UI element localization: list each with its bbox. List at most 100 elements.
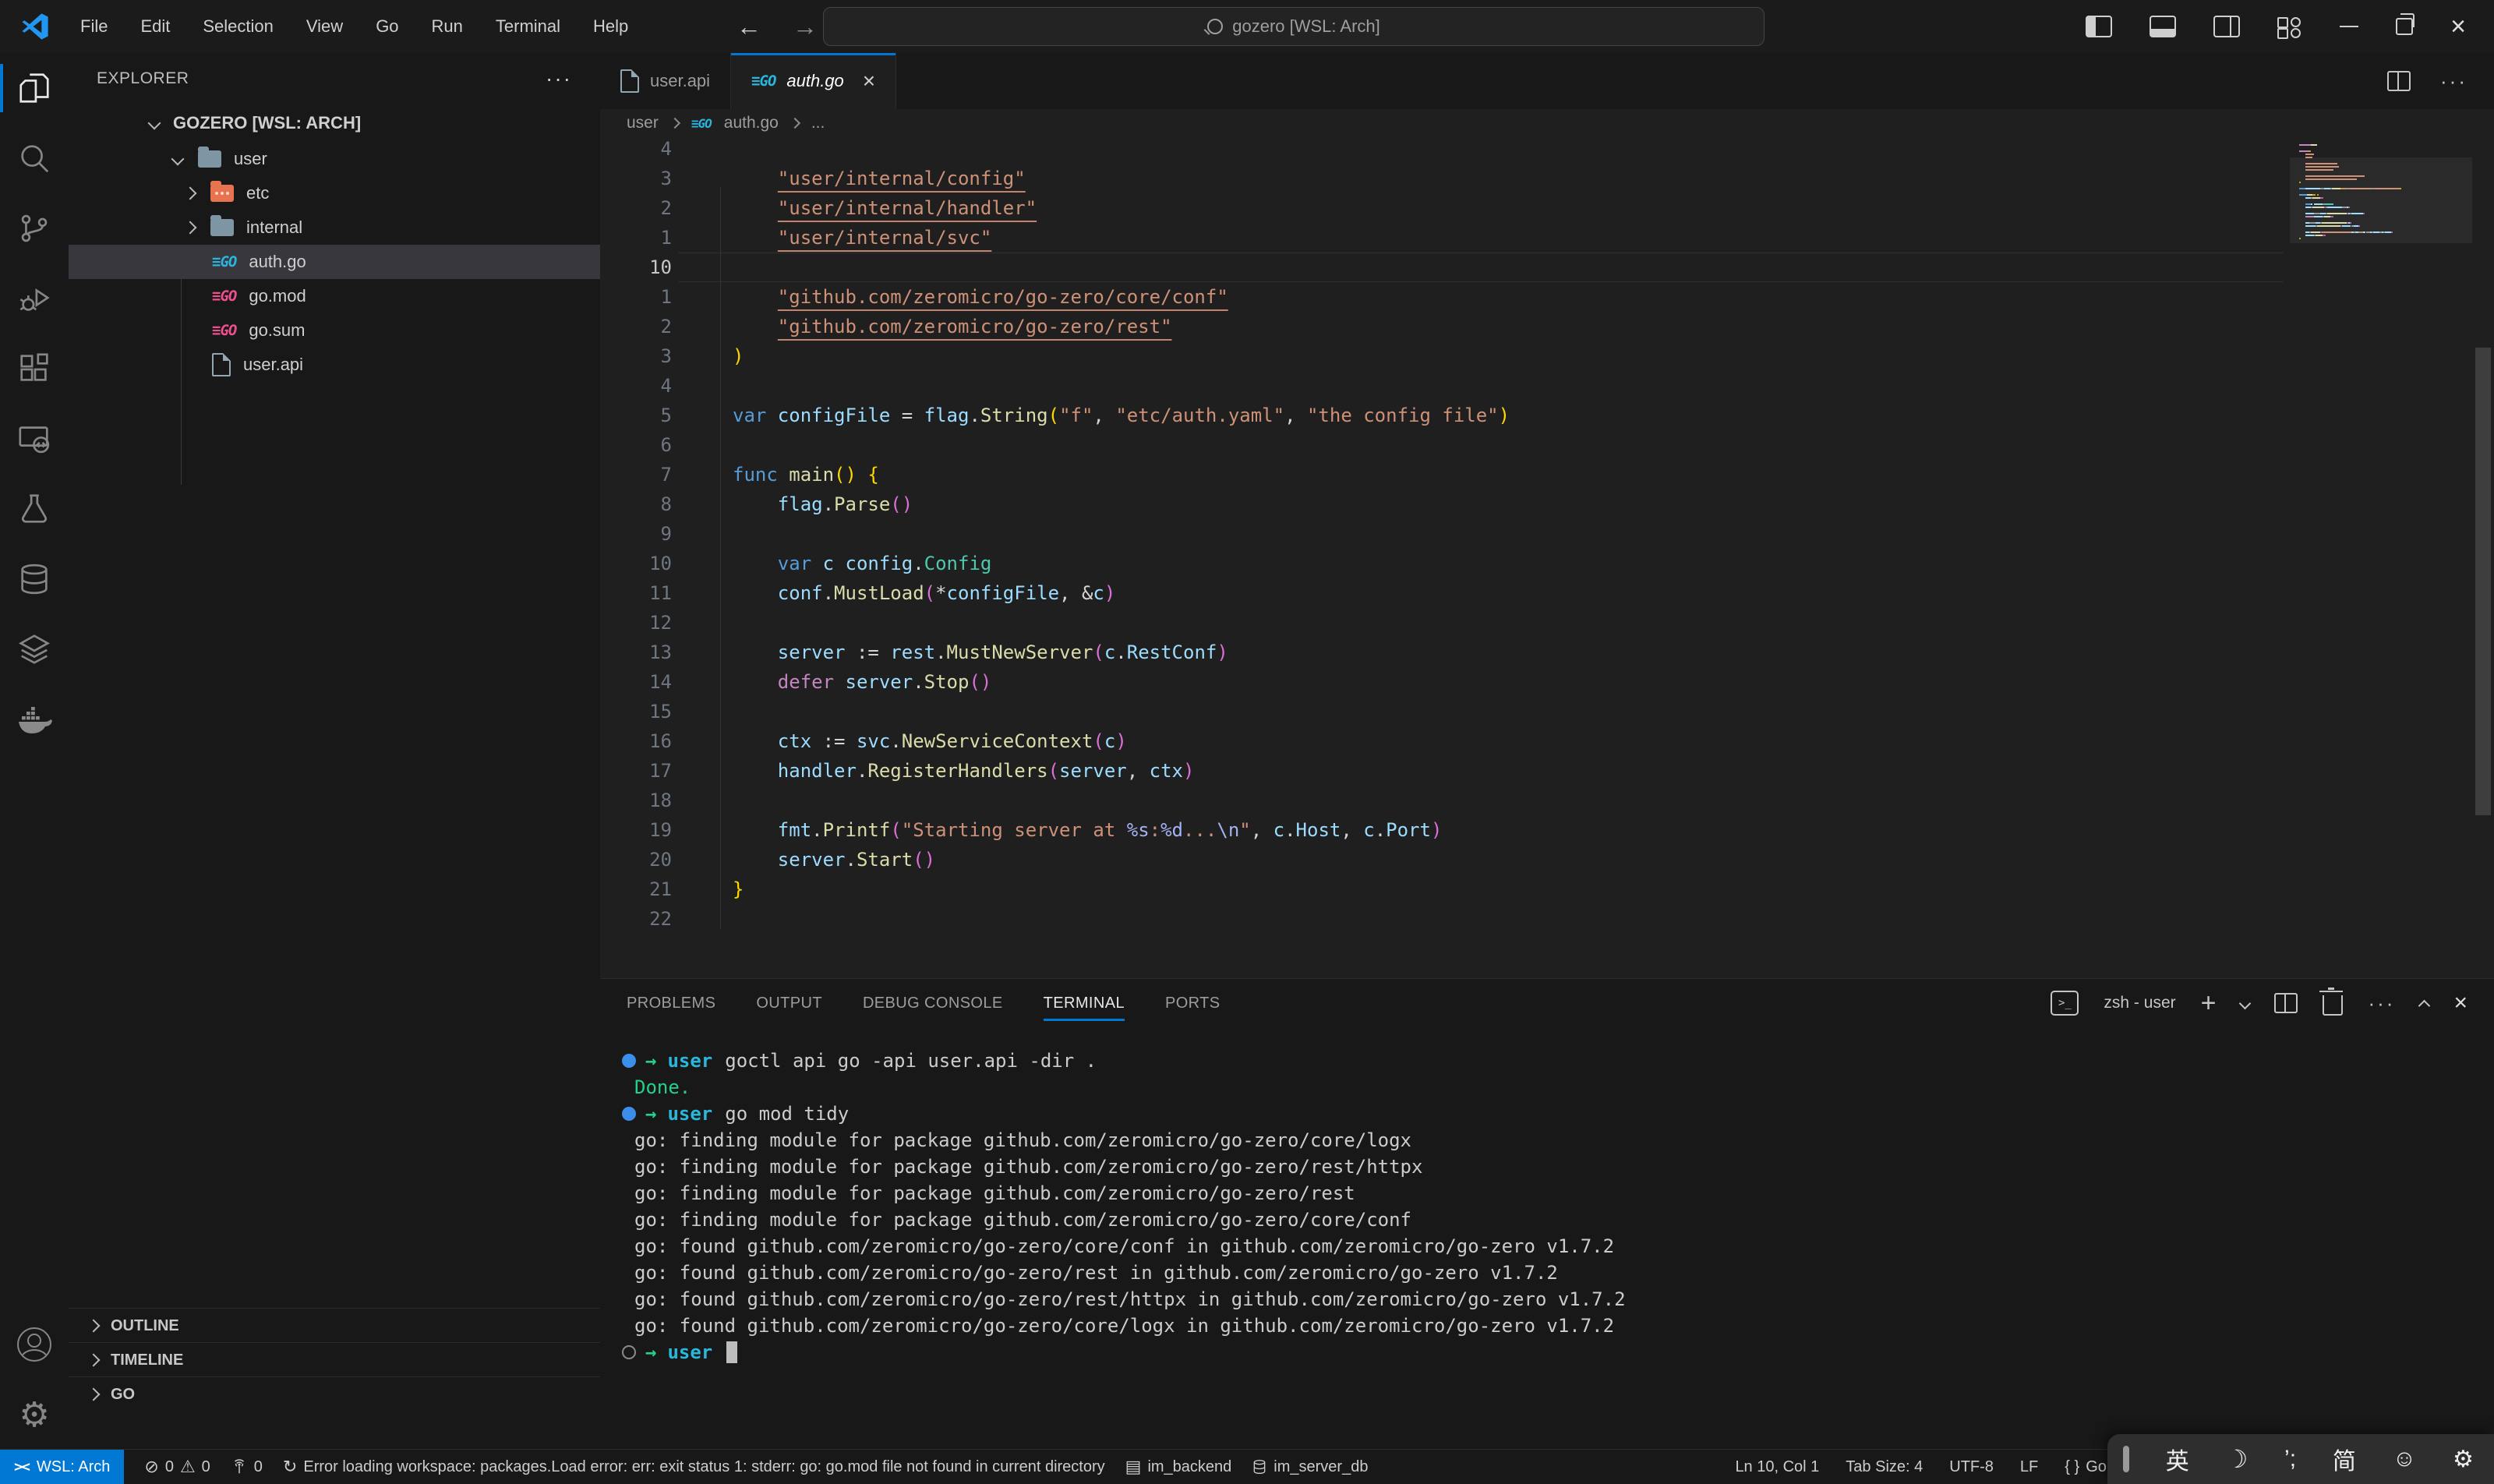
im-server-db-status[interactable]: im_server_db xyxy=(1252,1458,1368,1476)
settings-gear-icon[interactable]: ⚙ xyxy=(0,1380,69,1450)
tree-root[interactable]: GOZERO [WSL: ARCH] xyxy=(69,104,600,142)
section-timeline[interactable]: TIMELINE xyxy=(69,1342,600,1377)
problems-status[interactable]: ⊘ 0 ⚠ 0 xyxy=(144,1457,210,1477)
breadcrumb[interactable]: user≡GOauth.go... xyxy=(600,109,2494,137)
customize-layout-icon[interactable] xyxy=(2277,16,2302,37)
panel-tab-ports[interactable]: PORTS xyxy=(1165,979,1221,1027)
activity-extensions-icon[interactable] xyxy=(0,334,69,404)
ime-punctuation-icon[interactable]: ’; xyxy=(2284,1446,2296,1472)
back-icon[interactable]: ← xyxy=(737,12,761,41)
ime-emoji-icon[interactable]: ☺ xyxy=(2393,1446,2417,1472)
editor-more-icon[interactable]: ··· xyxy=(2440,69,2468,94)
code-line: 5var configFile = flag.String("f", "etc/… xyxy=(600,401,2494,430)
tab-close-icon[interactable]: × xyxy=(863,69,875,94)
close-panel-icon[interactable]: × xyxy=(2453,990,2468,1016)
minimap[interactable] xyxy=(2290,137,2472,978)
status-item-utf-8[interactable]: UTF-8 xyxy=(1949,1458,1994,1476)
remote-indicator[interactable]: >< WSL: Arch xyxy=(0,1450,124,1484)
activity-testing-icon[interactable] xyxy=(0,474,69,544)
section-go[interactable]: GO xyxy=(69,1376,600,1412)
tree-item-user[interactable]: user xyxy=(69,142,600,176)
line-number: 13 xyxy=(600,638,684,667)
kill-terminal-icon[interactable] xyxy=(2323,995,2343,1016)
breadcrumb-separator-icon xyxy=(790,118,800,129)
tab-auth-go[interactable]: ≡GOauth.go× xyxy=(731,53,896,109)
tab-user-api[interactable]: user.api xyxy=(600,53,731,109)
output-text: go: finding module for package github.co… xyxy=(622,1207,1411,1233)
menu-view[interactable]: View xyxy=(290,0,359,53)
ime-settings-icon[interactable]: ⚙ xyxy=(2453,1446,2474,1473)
split-terminal-icon[interactable] xyxy=(2274,993,2298,1013)
activity-docker-icon[interactable] xyxy=(0,684,69,754)
line-number: 18 xyxy=(600,786,684,815)
new-terminal-icon[interactable]: + xyxy=(2201,988,2217,1019)
command-decoration-pending-icon[interactable] xyxy=(622,1345,636,1359)
status-item-go[interactable]: { }Go xyxy=(2065,1458,2107,1476)
breadcrumb-item[interactable]: user xyxy=(627,114,659,132)
ime-toolbar[interactable]: 英 ☽ ’; 简 ☺ ⚙ xyxy=(2107,1434,2494,1484)
breadcrumb-item[interactable]: auth.go xyxy=(724,114,779,132)
ports-status[interactable]: 0 xyxy=(231,1458,263,1476)
tree-item-etc[interactable]: etc xyxy=(69,176,600,210)
ime-simplified-icon[interactable]: 简 xyxy=(2333,1442,2356,1476)
toggle-panel-icon[interactable] xyxy=(2150,16,2176,37)
split-editor-icon[interactable] xyxy=(2387,71,2411,91)
panel-tab-output[interactable]: OUTPUT xyxy=(756,979,822,1027)
menu-run[interactable]: Run xyxy=(415,0,479,53)
terminal-output[interactable]: →usergoctl api go -api user.api -dir .Do… xyxy=(600,1027,2494,1450)
activity-explorer-icon[interactable] xyxy=(0,53,69,123)
panel-more-icon[interactable]: ··· xyxy=(2368,991,2395,1016)
toggle-sidebar-icon[interactable] xyxy=(2086,16,2112,37)
ime-drag-handle[interactable] xyxy=(2123,1446,2129,1472)
forward-icon[interactable]: → xyxy=(793,12,818,41)
tree-item-go-mod[interactable]: ≡GOgo.mod xyxy=(69,279,600,313)
activity-search-icon[interactable] xyxy=(0,123,69,193)
editor-scrollbar[interactable] xyxy=(2472,137,2494,978)
command-decoration-icon[interactable] xyxy=(622,1054,636,1068)
panel-tab-problems[interactable]: PROBLEMS xyxy=(627,979,715,1027)
toggle-secondary-sidebar-icon[interactable] xyxy=(2213,16,2240,37)
menu-file[interactable]: File xyxy=(64,0,124,53)
activity-layers-icon[interactable] xyxy=(0,614,69,684)
scrollbar-thumb[interactable] xyxy=(2475,348,2491,815)
tree-item-user-api[interactable]: user.api xyxy=(69,348,600,382)
menu-edit[interactable]: Edit xyxy=(124,0,186,53)
ime-lang-english[interactable]: 英 xyxy=(2166,1442,2189,1476)
command-text: goctl api go -api user.api -dir . xyxy=(725,1048,1097,1074)
breadcrumb-item[interactable]: ... xyxy=(811,114,825,132)
explorer-more-actions-icon[interactable]: ··· xyxy=(546,66,572,91)
minimize-icon[interactable] xyxy=(2340,26,2358,27)
command-decoration-icon[interactable] xyxy=(622,1107,636,1121)
workspace-error-status[interactable]: ↻ Error loading workspace: packages.Load… xyxy=(283,1457,1105,1477)
close-icon[interactable]: × xyxy=(2450,13,2466,40)
activity-source-control-icon[interactable] xyxy=(0,193,69,263)
activity-run-debug-icon[interactable] xyxy=(0,263,69,334)
section-outline[interactable]: OUTLINE xyxy=(69,1308,600,1343)
output-text: go: found github.com/zeromicro/go-zero/r… xyxy=(622,1286,1626,1313)
terminal-instance-label[interactable]: zsh - user xyxy=(2104,994,2175,1012)
status-item-tab-size-4[interactable]: Tab Size: 4 xyxy=(1846,1458,1923,1476)
panel-header: PROBLEMS OUTPUT DEBUG CONSOLE TERMINAL PORTS… xyxy=(600,979,2494,1027)
status-item-ln-10-col-1[interactable]: Ln 10, Col 1 xyxy=(1735,1458,1819,1476)
terminal-dropdown-icon[interactable] xyxy=(2239,997,2252,1009)
code-editor[interactable]: 43 "user/internal/config"2 "user/interna… xyxy=(600,137,2494,978)
menu-go[interactable]: Go xyxy=(359,0,415,53)
maximize-panel-icon[interactable] xyxy=(2418,999,2431,1012)
tree-item-internal[interactable]: internal xyxy=(69,210,600,245)
status-item-lf[interactable]: LF xyxy=(2020,1458,2038,1476)
accounts-icon[interactable] xyxy=(0,1309,69,1380)
command-center-search[interactable]: gozero [WSL: Arch] xyxy=(823,7,1765,46)
activity-remote-explorer-icon[interactable] xyxy=(0,404,69,474)
code-line: 8 flag.Parse() xyxy=(600,489,2494,519)
menu-selection[interactable]: Selection xyxy=(186,0,290,53)
tree-item-go-sum[interactable]: ≡GOgo.sum xyxy=(69,313,600,348)
restore-icon[interactable] xyxy=(2396,18,2413,35)
menu-help[interactable]: Help xyxy=(577,0,645,53)
activity-database-icon[interactable] xyxy=(0,544,69,614)
panel-tab-debug-console[interactable]: DEBUG CONSOLE xyxy=(863,979,1003,1027)
menu-terminal[interactable]: Terminal xyxy=(479,0,577,53)
ime-moon-icon[interactable]: ☽ xyxy=(2226,1444,2248,1474)
tree-item-auth-go[interactable]: ≡GOauth.go xyxy=(69,245,600,279)
panel-tab-terminal[interactable]: TERMINAL xyxy=(1044,979,1125,1027)
im-backend-status[interactable]: ▤ im_backend xyxy=(1125,1457,1232,1477)
